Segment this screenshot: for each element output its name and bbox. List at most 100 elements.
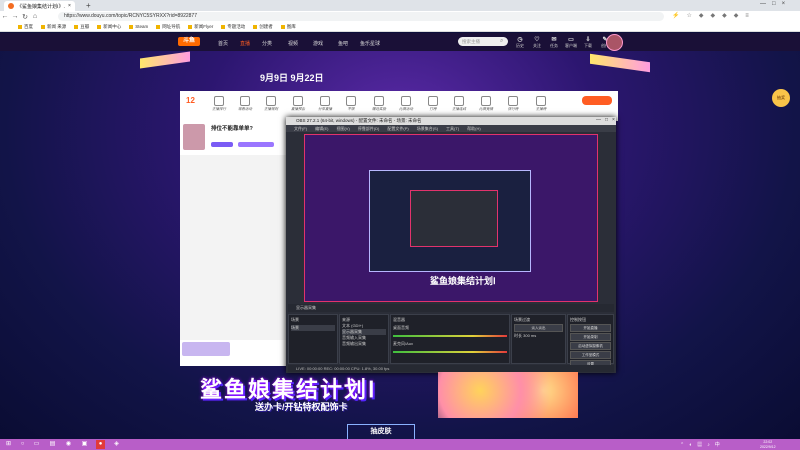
bookmark-item[interactable]: 百度 xyxy=(18,24,33,30)
panel-item[interactable]: 排行榜 xyxy=(502,96,524,112)
app-taskbar-icon[interactable]: ▣ xyxy=(80,440,89,449)
mixer-dock: 混音器 桌面音频 麦克风/Aux xyxy=(390,314,510,364)
douyu-favicon-icon xyxy=(8,3,14,9)
dock-title: 场景 xyxy=(291,317,299,322)
dock-title: 控制按钮 xyxy=(570,317,586,322)
search-taskbar-icon[interactable]: ○ xyxy=(18,440,27,449)
obs-menu-item[interactable]: 停靠部件(D) xyxy=(358,125,380,132)
event-subtitle: 送办卡/开钻特权配饰卡 xyxy=(255,402,348,412)
client-button[interactable]: ▭ 客户端 xyxy=(564,36,578,49)
chrome-taskbar-icon[interactable]: ◉ xyxy=(64,440,73,449)
app-taskbar-icon[interactable]: ◈ xyxy=(112,440,121,449)
scene-item[interactable]: 场景 xyxy=(291,325,335,331)
bookmark-item[interactable]: 图库 xyxy=(280,24,296,30)
obs-menu-item[interactable]: 工具(T) xyxy=(446,125,459,132)
bookmark-item[interactable]: 网址导航 xyxy=(156,24,180,30)
obs-menu-item[interactable]: 帮助(H) xyxy=(467,125,481,132)
controls-dock: 控制按钮 开始直播 开始录制 启动虚拟摄像机 工作室模式 设置 xyxy=(567,314,614,368)
panel-count: 12 xyxy=(186,96,195,105)
obs-window-controls[interactable]: —□× xyxy=(596,117,619,123)
download-button[interactable]: ⇩ 下载 xyxy=(581,36,595,49)
sources-dock: 来源 文本 (GDI+) 显示器采集 音频输入采集 音频输出采集 xyxy=(339,314,389,364)
dock-title: 混音器 xyxy=(393,317,405,322)
lottery-side-button[interactable]: 抽奖 xyxy=(772,89,790,107)
panel-item[interactable]: 主播规则 xyxy=(260,96,282,112)
back-button[interactable]: ← xyxy=(0,13,10,20)
nav-yuba[interactable]: 鱼吧 xyxy=(338,40,348,47)
bookmark-item[interactable]: 新闻 来源 xyxy=(41,24,66,30)
panel-item[interactable]: 不限 xyxy=(340,96,362,112)
panel-item[interactable]: 主播榜 xyxy=(530,96,552,112)
bookmark-item[interactable]: 专题活动 xyxy=(221,24,245,30)
obs-menu-bar: 文件(F) 编辑(E) 视图(V) 停靠部件(D) 配置文件(P) 场景集合(S… xyxy=(286,125,616,132)
transition-select[interactable]: 淡入淡出 xyxy=(514,324,563,332)
start-recording-button[interactable]: 开始录制 xyxy=(570,333,611,341)
obs-menu-item[interactable]: 场景集合(S) xyxy=(417,125,438,132)
forward-button[interactable]: → xyxy=(10,13,20,20)
panel-item[interactable]: 比赛竞猜 xyxy=(475,96,497,112)
bookmark-item[interactable]: 创建者 xyxy=(253,24,273,30)
room-area xyxy=(180,121,288,366)
obs-taskbar-icon[interactable]: ● xyxy=(96,440,105,449)
gift-banner[interactable] xyxy=(182,342,230,356)
taskbar-clock[interactable]: 22:02 2022/9/12 xyxy=(760,440,776,449)
browser-extension-icons[interactable]: ⚡☆◆◆◆◆≡ xyxy=(672,12,756,19)
nav-live[interactable]: 直播 xyxy=(240,40,250,47)
file-explorer-icon[interactable]: ▤ xyxy=(48,440,57,449)
recursive-preview-inner xyxy=(410,190,498,247)
virtual-camera-button[interactable]: 启动虚拟摄像机 xyxy=(570,342,611,350)
panel-item[interactable]: 直播预告 xyxy=(287,96,309,112)
obs-menu-item[interactable]: 编辑(E) xyxy=(315,125,328,132)
dock-title: 场景过渡 xyxy=(514,317,530,322)
search-icon[interactable]: ⌕ xyxy=(500,38,503,45)
streamer-avatar[interactable] xyxy=(183,124,205,150)
reload-button[interactable]: ↻ xyxy=(20,13,30,21)
browser-tab[interactable]: 《鲨鱼娘集结计划Ⅰ》... × xyxy=(4,1,75,11)
start-menu-icon[interactable]: ⊞ xyxy=(4,440,13,449)
start-streaming-button[interactable]: 开始直播 xyxy=(570,324,611,332)
task-button[interactable]: ✉ 任务 xyxy=(547,36,561,49)
duration-input[interactable]: 300 ms xyxy=(523,333,536,338)
tab-title: 《鲨鱼娘集结计划Ⅰ》... xyxy=(17,3,65,10)
transitions-dock: 场景过渡 淡入淡出 时长 300 ms xyxy=(511,314,566,364)
nav-category[interactable]: 分类 xyxy=(262,40,272,47)
panel-item[interactable]: 比赛活动 xyxy=(395,96,417,112)
follow-badge[interactable] xyxy=(211,142,233,147)
home-button[interactable]: ⌂ xyxy=(30,13,40,20)
panel-item[interactable]: 主播连线 xyxy=(448,96,470,112)
address-bar[interactable]: https://www.douyu.com/topic/RCNYC5SYRXX?… xyxy=(58,12,664,21)
preview-banner-title: 鲨鱼娘集结计划Ⅰ xyxy=(430,276,496,286)
bookmark-item[interactable]: 豆瓣 xyxy=(74,24,89,30)
panel-item[interactable]: 打榜 xyxy=(422,96,444,112)
panel-action-button[interactable] xyxy=(582,96,612,105)
douyu-logo[interactable]: 斗鱼 xyxy=(178,37,200,46)
site-header xyxy=(0,33,800,51)
panel-item[interactable]: 观看活动 xyxy=(234,96,256,112)
panel-item[interactable]: 主播排行 xyxy=(208,96,230,112)
user-avatar[interactable] xyxy=(606,34,623,51)
fan-badge[interactable] xyxy=(238,142,274,147)
close-tab-icon[interactable]: × xyxy=(68,3,71,9)
panel-item[interactable]: 赠送奖励 xyxy=(368,96,390,112)
bookmark-item[interactable]: 新闻中心 xyxy=(97,24,121,30)
draw-skin-button[interactable]: 抽皮肤 xyxy=(347,424,415,440)
bookmark-item[interactable]: 新闻Flyer xyxy=(188,24,213,30)
follow-button[interactable]: ♡ 关注 xyxy=(530,36,544,49)
bookmark-item[interactable]: Steam xyxy=(129,24,148,29)
history-button[interactable]: ◷ 历史 xyxy=(513,36,527,49)
studio-mode-button[interactable]: 工作室模式 xyxy=(570,351,611,359)
window-controls[interactable]: —□× xyxy=(760,1,791,7)
task-view-icon[interactable]: ▭ xyxy=(32,440,41,449)
panel-item[interactable]: 分享直播 xyxy=(314,96,336,112)
system-tray-icons[interactable]: ⌃◐▦♪中 xyxy=(680,441,725,448)
obs-menu-item[interactable]: 视图(V) xyxy=(336,125,349,132)
scenes-dock: 场景 场景 xyxy=(288,314,338,364)
nav-video[interactable]: 视频 xyxy=(288,40,298,47)
nav-home[interactable]: 首页 xyxy=(218,40,228,47)
obs-menu-item[interactable]: 配置文件(P) xyxy=(387,125,408,132)
nav-game[interactable]: 游戏 xyxy=(313,40,323,47)
source-item[interactable]: 音频输出采集 xyxy=(342,341,386,347)
nav-star[interactable]: 鱼乐星球 xyxy=(360,40,380,47)
new-tab-button[interactable]: + xyxy=(86,1,91,10)
obs-menu-item[interactable]: 文件(F) xyxy=(294,125,307,132)
